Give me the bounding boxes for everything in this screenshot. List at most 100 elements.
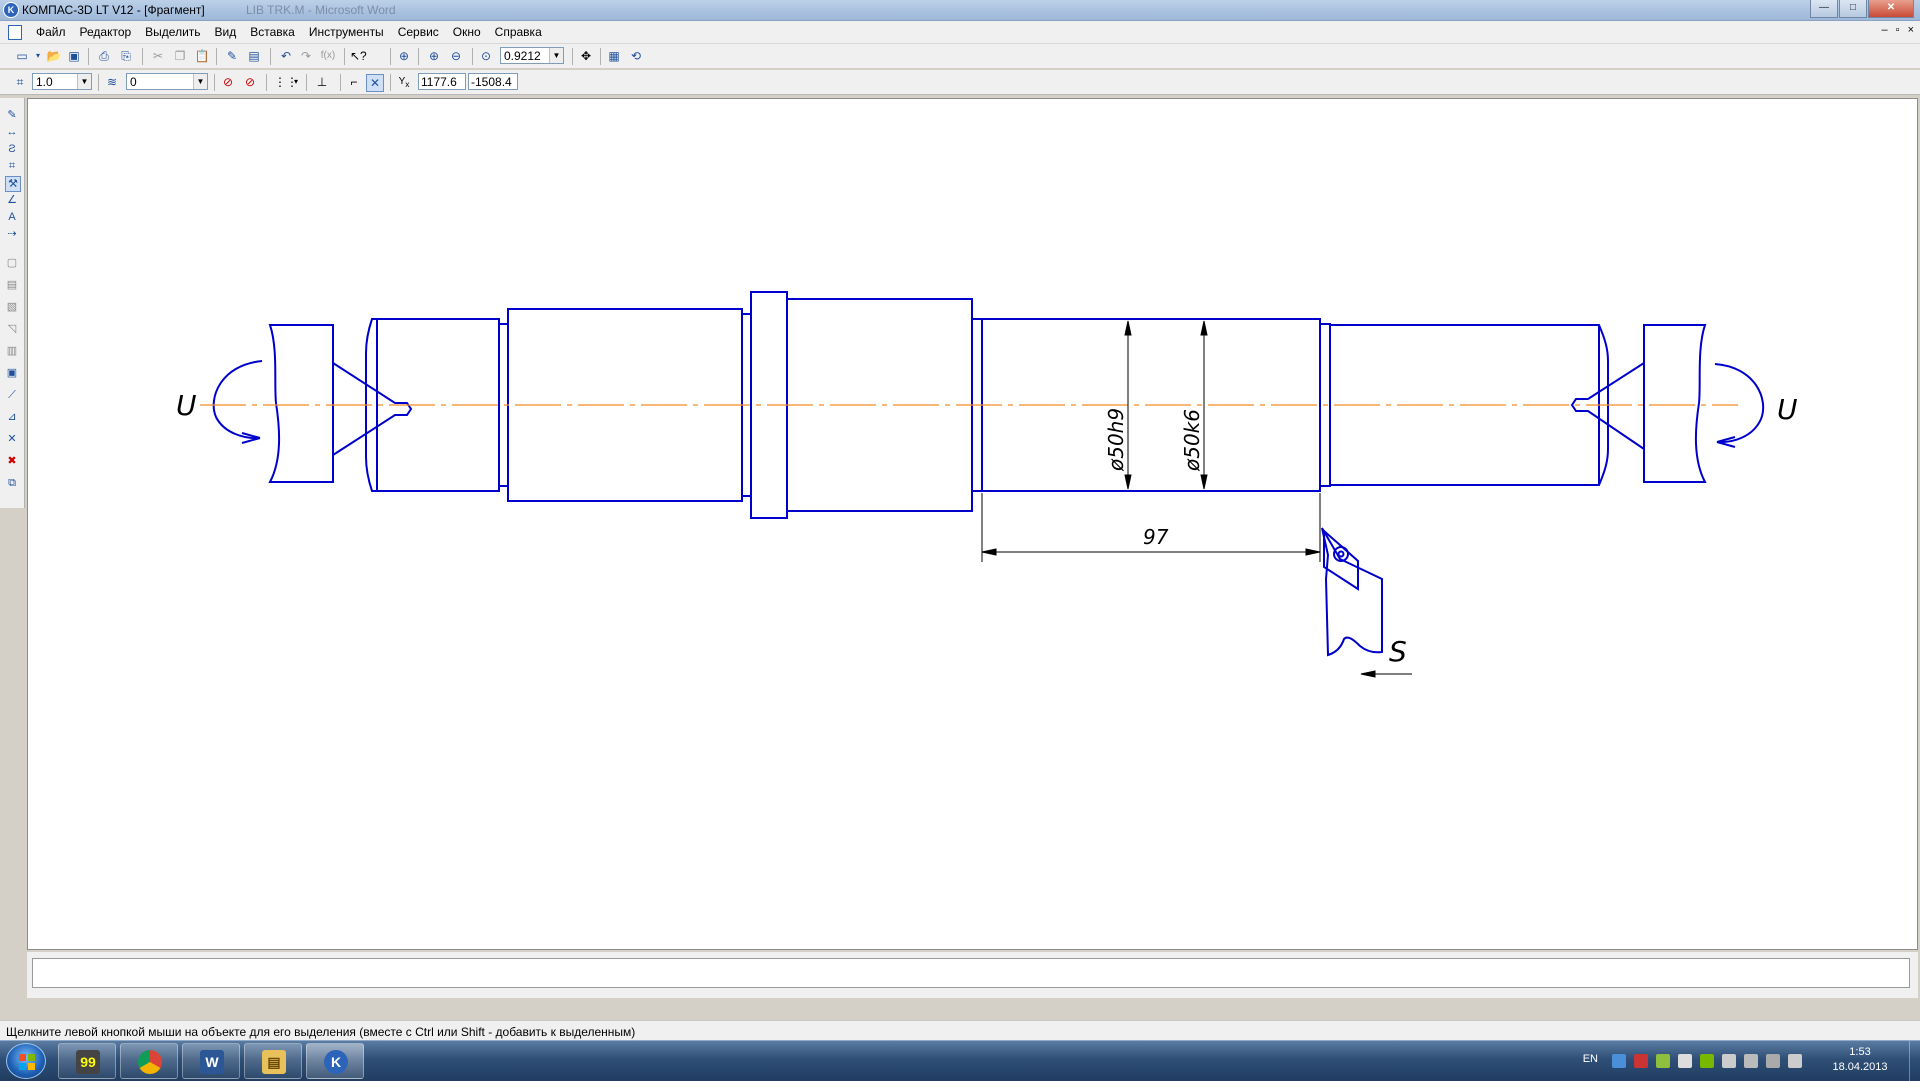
paste-icon[interactable]: 📋	[194, 48, 210, 64]
dimensions-icon[interactable]: ↔	[5, 125, 19, 139]
panel-tool5-icon[interactable]: ▥	[5, 344, 19, 358]
refresh-view-icon[interactable]: ▦	[606, 48, 622, 64]
grid-dropdown-icon[interactable]: ▾	[292, 74, 300, 90]
start-button[interactable]	[6, 1043, 46, 1079]
chevron-down-icon[interactable]: ▼	[549, 48, 563, 63]
open-folder-icon[interactable]: 📂	[46, 48, 62, 64]
cut-icon[interactable]: ✂	[150, 48, 166, 64]
pan-icon[interactable]: ✥	[578, 48, 594, 64]
cursor-x-field[interactable]: 1177.6	[418, 73, 466, 90]
drawing-canvas[interactable]: 97 ø50h9 ø50k6 U U S	[27, 98, 1918, 950]
new-document-icon[interactable]: ▭	[14, 48, 30, 64]
zoom-combo[interactable]: 0.9212 ▼	[500, 47, 564, 64]
help-pointer-icon[interactable]: ↖?	[350, 48, 367, 64]
save-icon[interactable]: ▣	[66, 48, 82, 64]
edit-icon[interactable]: ⌗	[5, 159, 19, 173]
cursor-y-field[interactable]: -1508.4	[468, 73, 518, 90]
panel-tool3-icon[interactable]: ▧	[5, 300, 19, 314]
chevron-down-icon[interactable]: ▼	[193, 74, 207, 89]
menu-service[interactable]: Сервис	[398, 25, 439, 39]
menu-insert[interactable]: Вставка	[250, 25, 295, 39]
tray-network-icon[interactable]	[1612, 1054, 1626, 1068]
grid-icon[interactable]: ⋮⋮	[274, 74, 298, 90]
tray-wifi-icon[interactable]	[1766, 1054, 1780, 1068]
panel-tool8-icon[interactable]: ⊿	[5, 410, 19, 424]
taskbar-explorer-app[interactable]: ▤	[244, 1043, 302, 1079]
spec-icon[interactable]: ⇢	[5, 227, 19, 241]
geometry-icon[interactable]: ✎	[5, 108, 19, 122]
panel-tool11-icon[interactable]: ⧉	[5, 476, 19, 490]
round-icon[interactable]: ✕	[366, 74, 384, 92]
zoom-value: 0.9212	[504, 49, 541, 63]
panel-tool10-icon[interactable]: ✖	[5, 454, 19, 468]
tray-flag-icon[interactable]	[1722, 1054, 1736, 1068]
layer-icon[interactable]: ≋	[104, 74, 120, 90]
panel-tool6-icon[interactable]: ▣	[5, 366, 19, 380]
maximize-button[interactable]: □	[1839, 0, 1867, 18]
tray-display-icon[interactable]	[1744, 1054, 1758, 1068]
manager-icon[interactable]: ▤	[246, 48, 262, 64]
menu-window[interactable]: Окно	[453, 25, 481, 39]
local-cs-icon[interactable]: ⊥	[314, 74, 330, 90]
panel-tool9-icon[interactable]: ✕	[5, 432, 19, 446]
panel-tool1-icon[interactable]: ▢	[5, 256, 19, 270]
show-desktop-button[interactable]	[1909, 1041, 1920, 1081]
redo-icon[interactable]: ↷	[298, 48, 314, 64]
taskbar-word-app[interactable]: W	[182, 1043, 240, 1079]
cursor-step-icon[interactable]: ⌗	[12, 74, 28, 90]
arrow-k6-top	[1200, 320, 1208, 336]
zoom-scale-icon[interactable]: ⊙	[478, 48, 494, 64]
taskbar-chrome-app[interactable]	[120, 1043, 178, 1079]
property-panel-field[interactable]	[32, 958, 1910, 988]
panel-tool4-icon[interactable]: ◹	[5, 322, 19, 336]
designations-icon[interactable]: Ƨ	[5, 142, 19, 156]
arrow-k6-bottom	[1200, 474, 1208, 490]
tray-app-icon[interactable]	[1678, 1054, 1692, 1068]
measure-icon[interactable]: ∠	[5, 193, 19, 207]
clock[interactable]: 1:53 18.04.2013	[1830, 1045, 1890, 1075]
menu-tools[interactable]: Инструменты	[309, 25, 384, 39]
doc-minimize-button[interactable]: –	[1882, 24, 1888, 36]
panel-tool7-icon[interactable]: ⟋	[5, 388, 19, 402]
language-indicator[interactable]: EN	[1583, 1053, 1598, 1065]
copy-icon[interactable]: ❐	[172, 48, 188, 64]
doc-close-button[interactable]: ×	[1908, 24, 1914, 36]
step-combo[interactable]: 1.0 ▼	[32, 73, 92, 90]
menu-help[interactable]: Справка	[495, 25, 542, 39]
variables-icon[interactable]: f(x)	[320, 48, 336, 64]
doc-restore-button[interactable]: ▫	[1896, 24, 1900, 36]
tray-security-icon[interactable]	[1634, 1054, 1648, 1068]
taskbar-kompas-app[interactable]: K	[306, 1043, 364, 1079]
tray-volume-icon[interactable]	[1788, 1054, 1802, 1068]
menu-select[interactable]: Выделить	[145, 25, 200, 39]
shaft-step-2	[786, 298, 973, 512]
menu-view[interactable]: Вид	[215, 25, 237, 39]
menu-file[interactable]: Файл	[36, 25, 66, 39]
new-dropdown-arrow-icon[interactable]: ▾	[34, 48, 42, 64]
minimize-button[interactable]: —	[1810, 0, 1838, 18]
taskbar-notes-app[interactable]: 99	[58, 1043, 116, 1079]
snap-local-icon[interactable]: ⊘	[242, 74, 258, 90]
close-button[interactable]: ✕	[1868, 0, 1914, 18]
panel-tool2-icon[interactable]: ▤	[5, 278, 19, 292]
zoom-in-icon[interactable]: ⊕	[426, 48, 442, 64]
zoom-window-icon[interactable]: ⊕	[396, 48, 412, 64]
properties-icon[interactable]: ✎	[224, 48, 240, 64]
tray-nvidia-icon[interactable]	[1700, 1054, 1714, 1068]
undo-icon[interactable]: ↶	[278, 48, 294, 64]
chevron-down-icon[interactable]: ▼	[77, 74, 91, 89]
document-icon[interactable]	[8, 25, 22, 40]
kompas-app-icon[interactable]: K	[3, 2, 19, 18]
step-value: 1.0	[36, 75, 53, 89]
parametrization-icon[interactable]: ⚒	[5, 176, 21, 192]
redraw-icon[interactable]: ⟲	[628, 48, 644, 64]
ortho-icon[interactable]: ⌐	[346, 74, 362, 90]
tray-update-icon[interactable]	[1656, 1054, 1670, 1068]
print-icon[interactable]: ⎘	[118, 48, 134, 64]
snap-icon[interactable]: ⊘	[220, 74, 236, 90]
layer-combo[interactable]: 0 ▼	[126, 73, 208, 90]
print-preview-icon[interactable]: ⎙	[96, 48, 112, 64]
zoom-out-icon[interactable]: ⊖	[448, 48, 464, 64]
menu-editor[interactable]: Редактор	[80, 25, 132, 39]
select-icon[interactable]: A	[5, 210, 19, 224]
